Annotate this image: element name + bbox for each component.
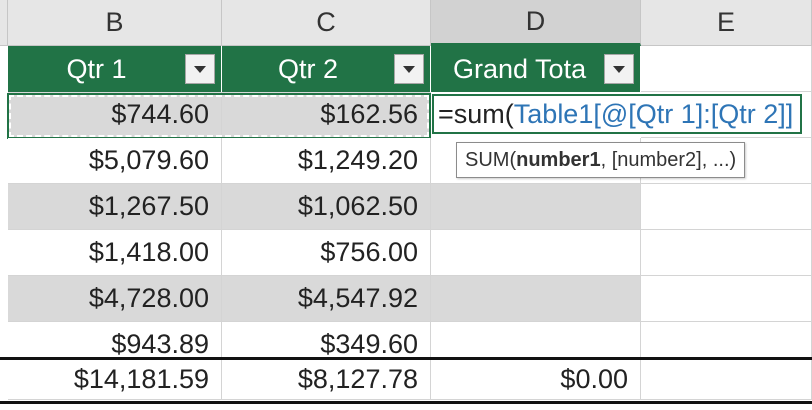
table-header-grand-total-label: Grand Tota xyxy=(453,53,587,84)
cell-value: $756.00 xyxy=(320,237,418,267)
tooltip-remaining-args: , [number2], ...) xyxy=(600,148,737,171)
empty-cell[interactable] xyxy=(641,360,812,400)
table-header-grand-total[interactable]: Grand Tota xyxy=(431,46,641,92)
cell-value: $5,079.60 xyxy=(88,145,209,175)
cell-qtr1-row5[interactable]: $4,728.00 xyxy=(8,276,222,322)
cell-value: $4,547.92 xyxy=(297,283,418,313)
column-header-d-label: D xyxy=(525,6,546,36)
cell-value: $14,181.59 xyxy=(73,364,209,394)
column-header-c[interactable]: C xyxy=(222,0,431,46)
table-header-qtr2[interactable]: Qtr 2 xyxy=(222,46,431,92)
totals-bottom-border xyxy=(0,401,812,404)
cell-value: $8,127.78 xyxy=(297,364,418,394)
table-header-qtr1[interactable]: Qtr 1 xyxy=(8,46,222,92)
cell-grand-total-row5[interactable] xyxy=(431,276,641,322)
tooltip-function: SUM( xyxy=(465,148,517,171)
total-qtr2[interactable]: $8,127.78 xyxy=(222,360,431,400)
cell-qtr1-row1[interactable]: $744.60 xyxy=(8,92,222,138)
empty-cell[interactable] xyxy=(641,322,812,358)
cell-qtr1-row3[interactable]: $1,267.50 xyxy=(8,184,222,230)
formula-structured-reference: Table1[@[Qtr 1]:[Qtr 2]] xyxy=(513,98,794,129)
formula-equals: = xyxy=(438,98,454,129)
cell-value: $1,267.50 xyxy=(88,191,209,221)
cell-qtr2-row3[interactable]: $1,062.50 xyxy=(222,184,431,230)
filter-dropdown-icon[interactable] xyxy=(394,54,424,84)
filter-dropdown-icon[interactable] xyxy=(604,54,634,84)
cell-grand-total-row3[interactable] xyxy=(431,184,641,230)
formula-function: sum( xyxy=(453,98,514,129)
cell-value: $4,728.00 xyxy=(88,283,209,313)
cell-qtr2-row5[interactable]: $4,547.92 xyxy=(222,276,431,322)
cell-qtr1-row2[interactable]: $5,079.60 xyxy=(8,138,222,184)
cell-value: $1,418.00 xyxy=(88,237,209,267)
function-argument-tooltip[interactable]: SUM(number1, [number2], ...) xyxy=(456,142,746,178)
cell-qtr2-row1[interactable]: $162.56 xyxy=(222,92,431,138)
cell-value: $744.60 xyxy=(111,99,209,129)
table-header-qtr1-label: Qtr 1 xyxy=(66,53,127,84)
empty-cell[interactable] xyxy=(641,276,812,322)
cell-qtr2-row4[interactable]: $756.00 xyxy=(222,230,431,276)
column-header-e[interactable]: E xyxy=(641,0,812,46)
tooltip-current-arg: number1 xyxy=(516,148,601,171)
cell-grand-total-row4[interactable] xyxy=(431,230,641,276)
column-header-a-edge[interactable] xyxy=(0,0,8,46)
empty-cell[interactable] xyxy=(641,184,812,230)
table-header-qtr2-label: Qtr 2 xyxy=(277,53,338,84)
cell-value: $943.89 xyxy=(111,329,209,359)
empty-cell[interactable] xyxy=(641,46,812,92)
cell-value: $1,249.20 xyxy=(297,145,418,175)
column-header-b-label: B xyxy=(105,7,124,37)
column-header-e-label: E xyxy=(716,7,735,37)
total-grand-total[interactable]: $0.00 xyxy=(431,360,641,400)
cell-value: $0.00 xyxy=(560,364,628,394)
cell-qtr1-row4[interactable]: $1,418.00 xyxy=(8,230,222,276)
cell-value: $1,062.50 xyxy=(297,191,418,221)
cell-qtr2-row2[interactable]: $1,249.20 xyxy=(222,138,431,184)
formula-edit-cell[interactable]: = sum(Table1[@[Qtr 1]:[Qtr 2]] xyxy=(432,94,802,134)
column-header-b[interactable]: B xyxy=(8,0,222,46)
total-qtr1[interactable]: $14,181.59 xyxy=(8,360,222,400)
column-header-c-label: C xyxy=(316,7,336,37)
filter-dropdown-icon[interactable] xyxy=(185,54,215,84)
cell-value: $349.60 xyxy=(320,329,418,359)
cell-value: $162.56 xyxy=(320,99,418,129)
column-header-d[interactable]: D xyxy=(431,0,641,46)
empty-cell[interactable] xyxy=(641,230,812,276)
